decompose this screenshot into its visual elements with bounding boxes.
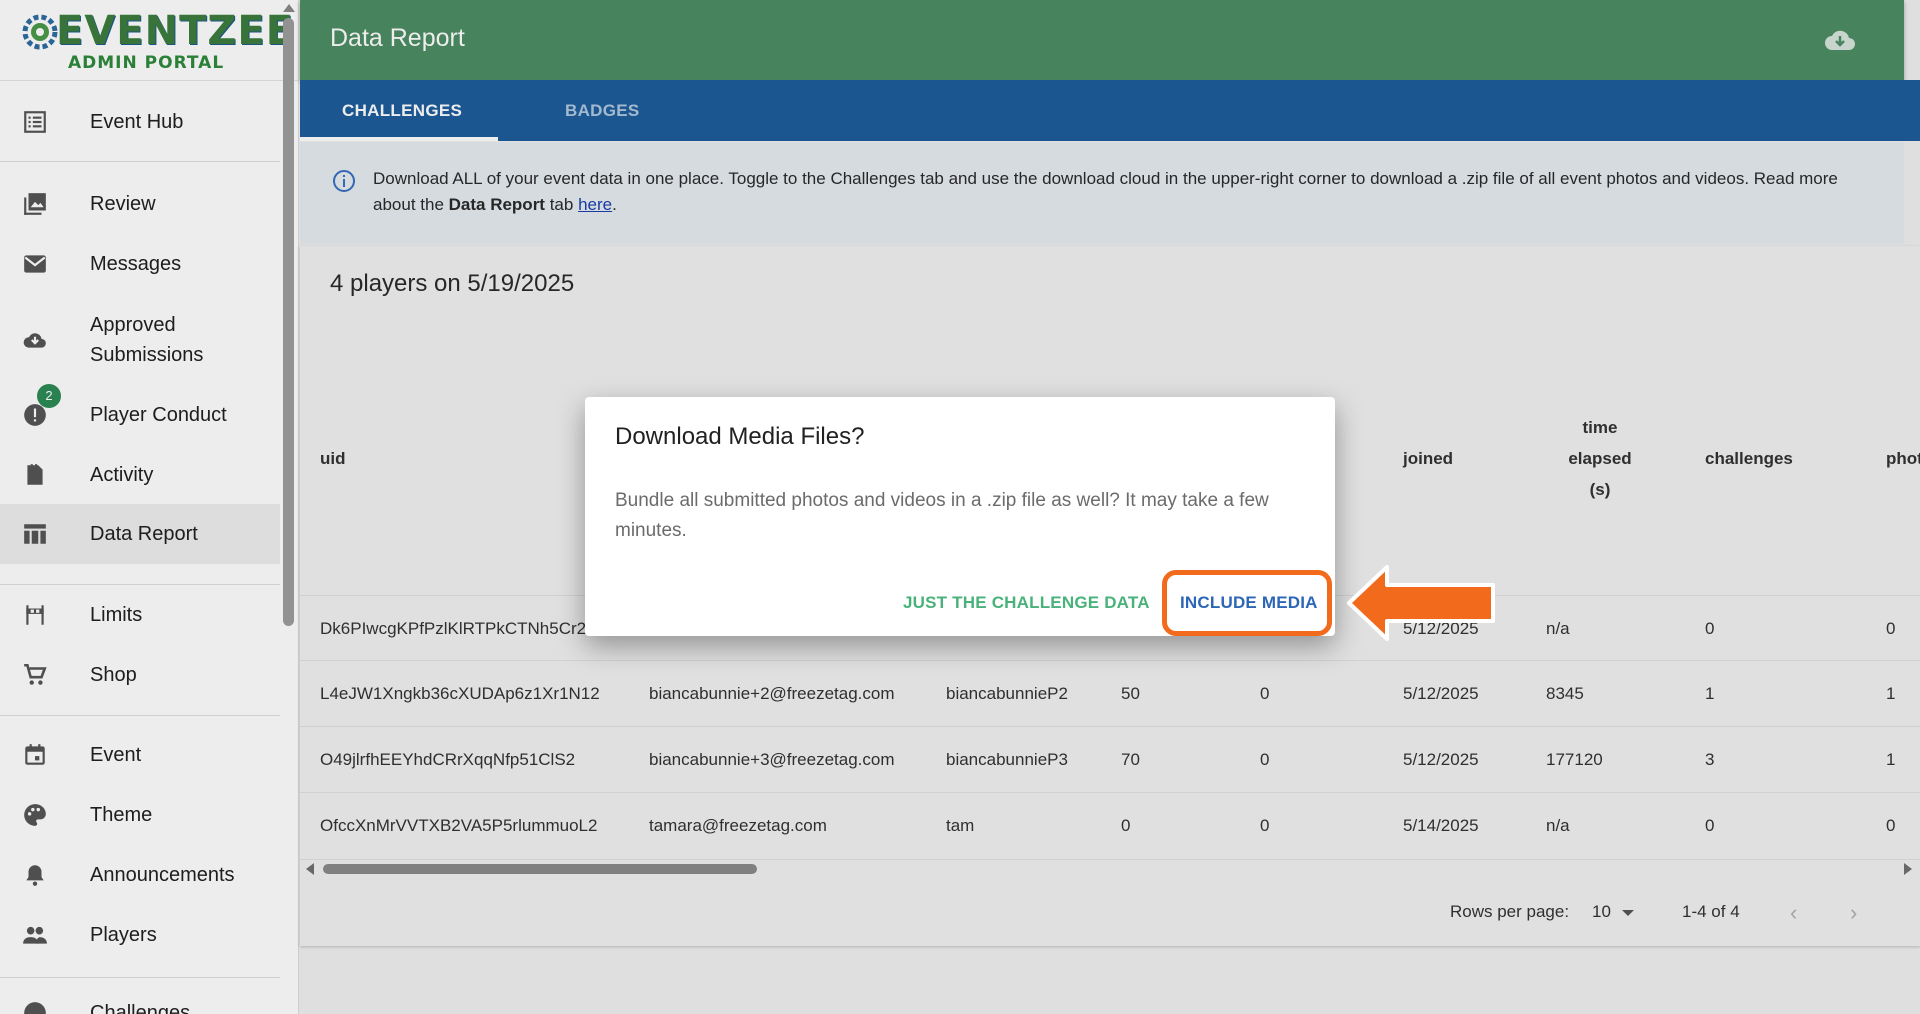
dialog-body: Bundle all submitted photos and videos i… — [615, 490, 1269, 541]
annotation-arrow-icon — [1347, 565, 1495, 641]
annotation-highlight-box — [1162, 570, 1332, 636]
dialog-title: Download Media Files? — [615, 423, 865, 450]
just-challenge-data-button[interactable]: JUST THE CHALLENGE DATA — [903, 593, 1150, 613]
